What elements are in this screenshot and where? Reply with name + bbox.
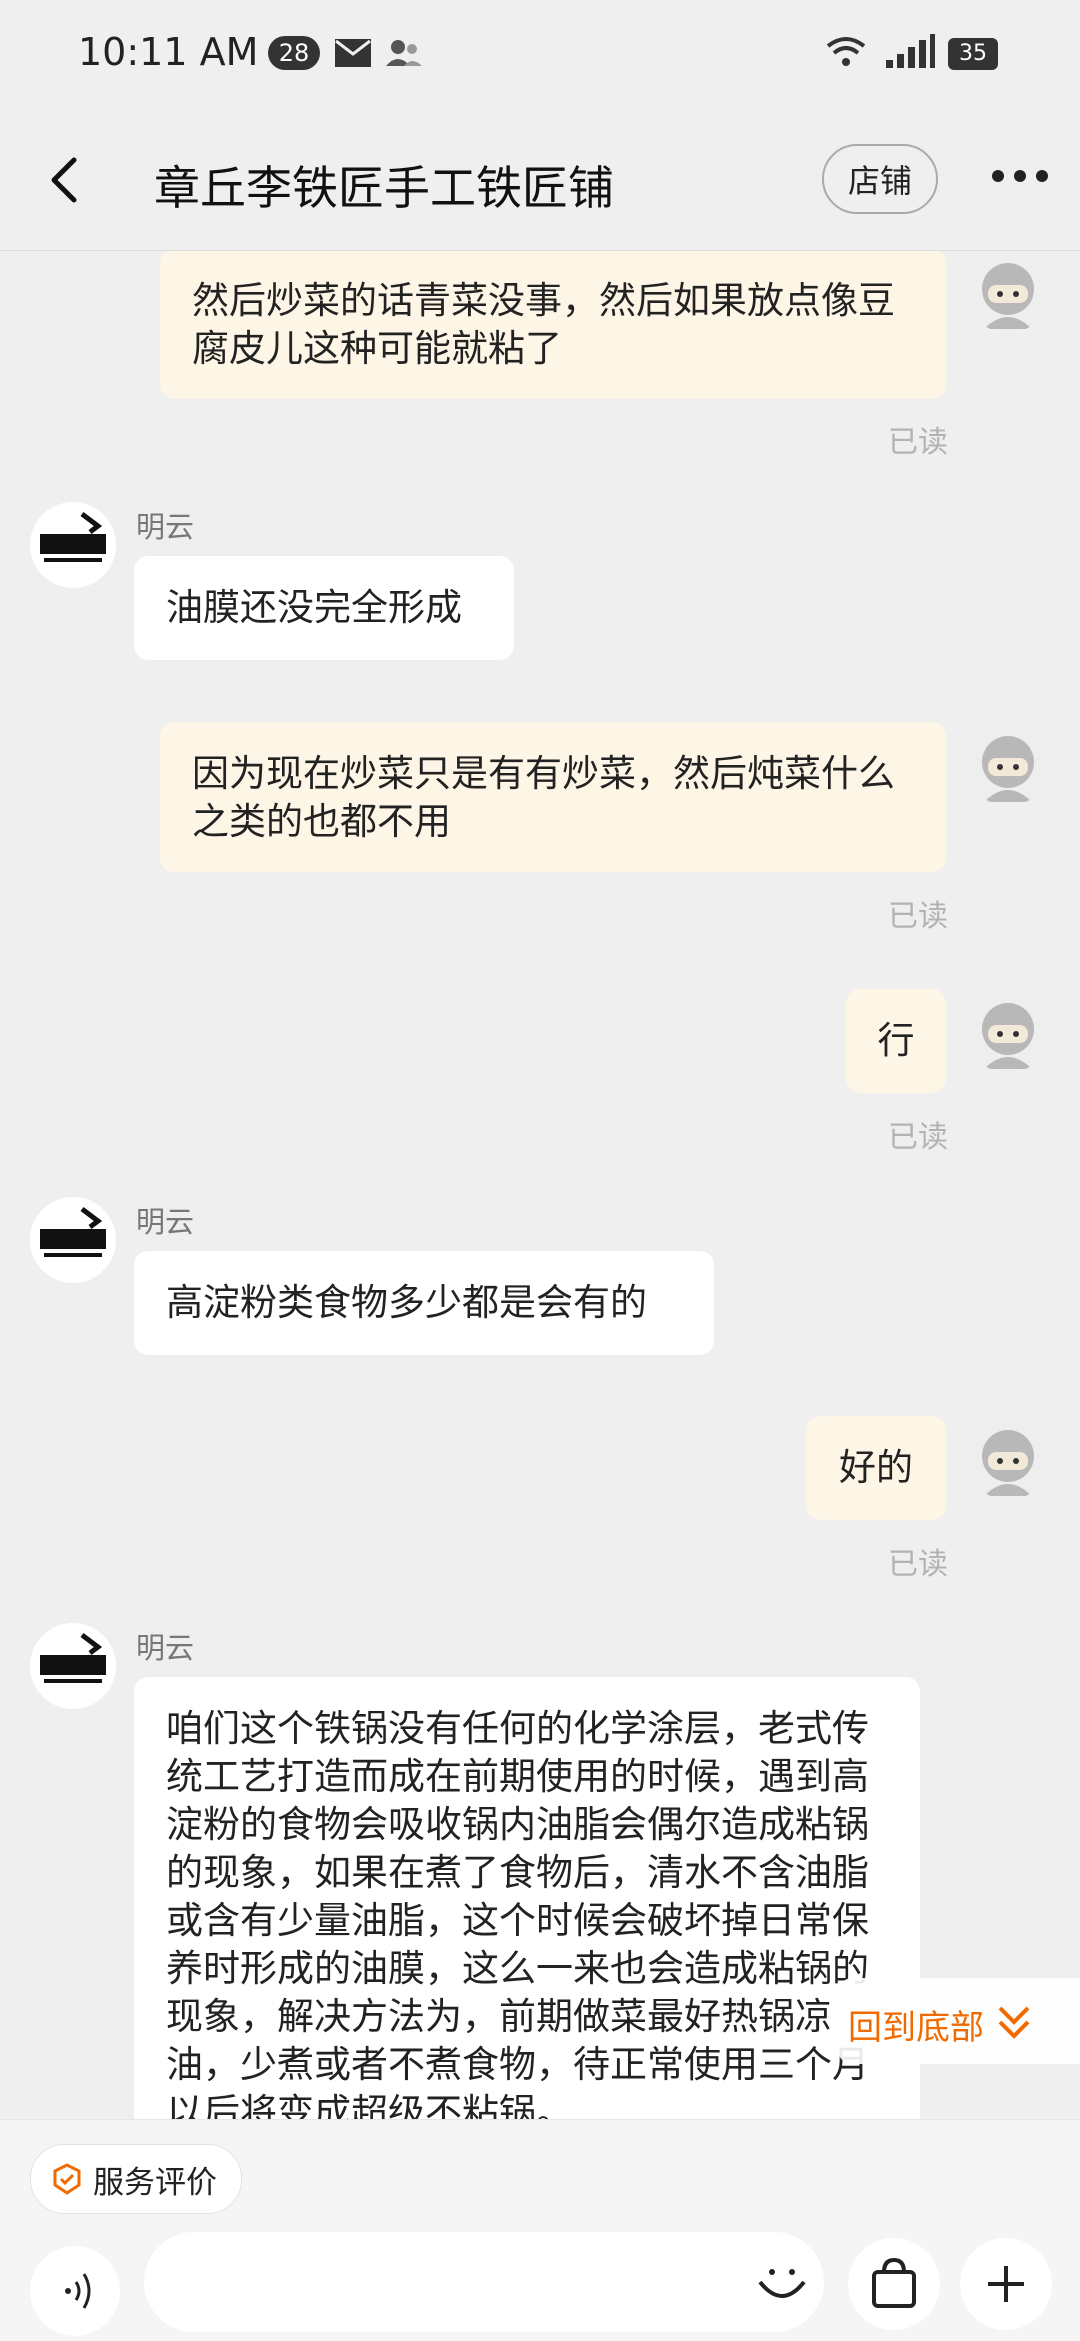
- plus-button[interactable]: [960, 2238, 1052, 2330]
- seller-avatar[interactable]: [30, 1197, 116, 1283]
- message-bubble-outgoing[interactable]: 然后炒菜的话青菜没事，然后如果放点像豆腐皮儿这种可能就粘了: [160, 251, 946, 399]
- message-text: 高淀粉类食物多少都是会有的: [166, 1281, 647, 1324]
- shop-title: 章丘李铁匠手工铁匠铺: [154, 161, 614, 215]
- battery-indicator: 35: [948, 38, 998, 70]
- read-status: 已读: [888, 425, 948, 460]
- avatar-icon: [966, 251, 1050, 333]
- signal-icon: [886, 34, 935, 68]
- my-avatar[interactable]: [966, 251, 1050, 333]
- message-text: 因为现在炒菜只是有有炒菜，然后炖菜什么之类的也都不用: [192, 752, 895, 843]
- status-time: 10:11 AM: [78, 30, 259, 74]
- li-tiejiang-logo: [30, 1623, 116, 1709]
- my-avatar[interactable]: [966, 1416, 1050, 1500]
- chevron-down-double-icon: [998, 2006, 1030, 2039]
- status-bar: 10:11 AM 28 35: [0, 0, 1080, 110]
- plus-icon: [988, 2266, 1024, 2302]
- sender-name: 明云: [136, 1205, 195, 1239]
- chat-header: 章丘李铁匠手工铁匠铺 店铺: [0, 110, 1080, 251]
- more-icon[interactable]: [990, 166, 1050, 186]
- avatar-icon: [966, 989, 1050, 1073]
- li-tiejiang-logo: [30, 502, 116, 588]
- read-status: 已读: [888, 899, 948, 934]
- emoji-icon[interactable]: [752, 2252, 812, 2312]
- my-avatar[interactable]: [966, 989, 1050, 1073]
- message-input[interactable]: [144, 2232, 824, 2332]
- sender-name: 明云: [136, 510, 195, 544]
- back-arrow-icon[interactable]: [38, 152, 94, 208]
- message-bubble-incoming[interactable]: 油膜还没完全形成: [134, 556, 514, 660]
- message-text: 好的: [839, 1446, 913, 1489]
- chat-area[interactable]: 然后炒菜的话青菜没事，然后如果放点像豆腐皮儿这种可能就粘了 已读 明云 油膜还没…: [0, 251, 1080, 2119]
- chat-input-bar: 服务评价: [0, 2119, 1080, 2341]
- shopping-bag-button[interactable]: [848, 2238, 940, 2330]
- service-review-icon: [53, 2163, 81, 2195]
- back-to-bottom-label: 回到底部: [848, 2008, 984, 2048]
- mail-icon: [335, 39, 371, 67]
- avatar-icon: [966, 1416, 1050, 1500]
- message-bubble-outgoing[interactable]: 因为现在炒菜只是有有炒菜，然后炖菜什么之类的也都不用: [160, 722, 946, 872]
- shop-button[interactable]: 店铺: [822, 144, 938, 214]
- voice-icon: [65, 2273, 91, 2309]
- message-text: 油膜还没完全形成: [166, 586, 462, 629]
- message-bubble-incoming[interactable]: 咱们这个铁锅没有任何的化学涂层，老式传统工艺打造而成在前期使用的时候，遇到高淀粉…: [134, 1677, 920, 2119]
- notification-count-badge: 28: [268, 36, 320, 70]
- message-bubble-incoming[interactable]: 高淀粉类食物多少都是会有的: [134, 1251, 714, 1355]
- back-to-bottom-button[interactable]: 回到底部: [838, 1978, 1080, 2064]
- message-bubble-outgoing[interactable]: 行: [846, 989, 946, 1093]
- voice-button[interactable]: [30, 2246, 120, 2336]
- my-avatar[interactable]: [966, 722, 1050, 806]
- message-text: 然后炒菜的话青菜没事，然后如果放点像豆腐皮儿这种可能就粘了: [192, 279, 895, 370]
- contacts-icon: [386, 40, 422, 66]
- service-review-button[interactable]: 服务评价: [30, 2144, 242, 2214]
- message-text: 咱们这个铁锅没有任何的化学涂层，老式传统工艺打造而成在前期使用的时候，遇到高淀粉…: [166, 1707, 869, 2119]
- avatar-icon: [966, 722, 1050, 806]
- read-status: 已读: [888, 1120, 948, 1155]
- wifi-icon: [826, 37, 866, 66]
- shopping-bag-icon: [872, 2257, 916, 2308]
- message-text: 行: [877, 1019, 915, 1062]
- seller-avatar[interactable]: [30, 1623, 116, 1709]
- read-status: 已读: [888, 1547, 948, 1582]
- service-review-label: 服务评价: [93, 2164, 217, 2201]
- li-tiejiang-logo: [30, 1197, 116, 1283]
- message-bubble-outgoing[interactable]: 好的: [806, 1416, 946, 1520]
- seller-avatar[interactable]: [30, 502, 116, 588]
- sender-name: 明云: [136, 1631, 195, 1665]
